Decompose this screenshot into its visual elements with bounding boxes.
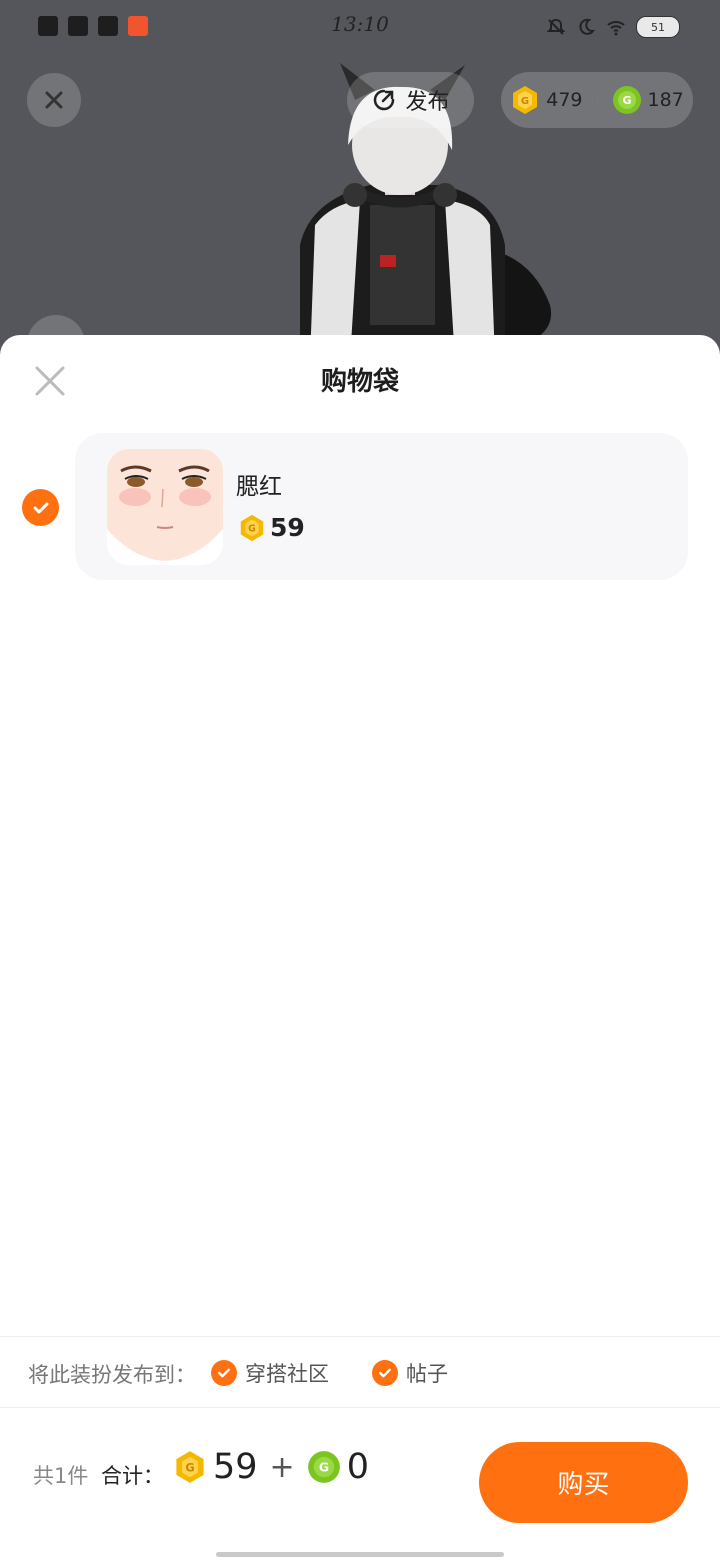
- item-name: 腮红: [236, 474, 282, 500]
- moon-icon: [579, 18, 596, 35]
- close-icon: [45, 91, 63, 109]
- green-balance: 187: [647, 89, 684, 111]
- mute-icon: [546, 18, 566, 35]
- home-indicator[interactable]: [216, 1552, 504, 1557]
- gold-balance: 479: [546, 89, 583, 111]
- option-label: 穿搭社区: [245, 1362, 329, 1386]
- gold-coin-icon: G: [240, 514, 264, 541]
- buy-button[interactable]: 购买: [479, 1442, 688, 1523]
- item-thumbnail: [107, 449, 223, 565]
- svg-text:G: G: [521, 96, 529, 107]
- green-total: 0: [346, 1447, 369, 1487]
- blush-face-image: [107, 449, 223, 565]
- cart-item[interactable]: 腮红 G 59: [75, 433, 688, 580]
- total-label: 合计：: [101, 1464, 164, 1488]
- publish-to-row: 将此装扮发布到： 穿搭社区 帖子: [0, 1336, 720, 1408]
- plus-sign: +: [269, 1449, 295, 1485]
- option-post[interactable]: 帖子: [372, 1358, 448, 1388]
- pill-divider: [596, 93, 598, 107]
- close-preview-button[interactable]: [27, 73, 81, 127]
- green-coin-icon: G: [307, 1451, 340, 1483]
- wifi-icon: [607, 21, 625, 36]
- item-price-value: 59: [270, 513, 305, 542]
- avatar-preview-background: 13:10 51 发布 G 479 G 187: [0, 0, 720, 360]
- status-bar: 13:10 51: [0, 0, 720, 52]
- publish-button[interactable]: 发布: [347, 72, 474, 128]
- checkout-bar: 共1件 合计： G 59 + G 0 购买: [0, 1407, 720, 1560]
- check-icon: [211, 1360, 237, 1386]
- svg-text:G: G: [319, 1460, 329, 1475]
- gold-total: 59: [213, 1447, 258, 1487]
- option-outfit-community[interactable]: 穿搭社区: [211, 1358, 329, 1388]
- battery-icon: 51: [636, 16, 680, 38]
- check-icon: [33, 502, 48, 513]
- item-count: 共1件: [33, 1464, 89, 1488]
- publish-icon: [374, 89, 395, 111]
- green-coin-icon: G: [612, 86, 641, 114]
- item-price: G 59: [238, 513, 305, 542]
- gold-coin-icon: G: [176, 1451, 204, 1483]
- gold-coin-icon: G: [513, 86, 538, 114]
- svg-text:G: G: [248, 523, 256, 534]
- item-select-checkbox[interactable]: [22, 489, 59, 526]
- svg-text:G: G: [622, 94, 631, 107]
- total-amount: G 59 + G 0: [173, 1447, 369, 1487]
- publish-label: 发布: [405, 90, 450, 115]
- publish-to-label: 将此装扮发布到：: [28, 1363, 196, 1387]
- check-icon: [372, 1360, 398, 1386]
- system-icons: 51: [546, 16, 680, 38]
- sheet-title: 购物袋: [320, 367, 399, 397]
- svg-text:G: G: [185, 1461, 194, 1475]
- option-label: 帖子: [406, 1362, 448, 1386]
- currency-balance[interactable]: G 479 G 187: [501, 72, 693, 128]
